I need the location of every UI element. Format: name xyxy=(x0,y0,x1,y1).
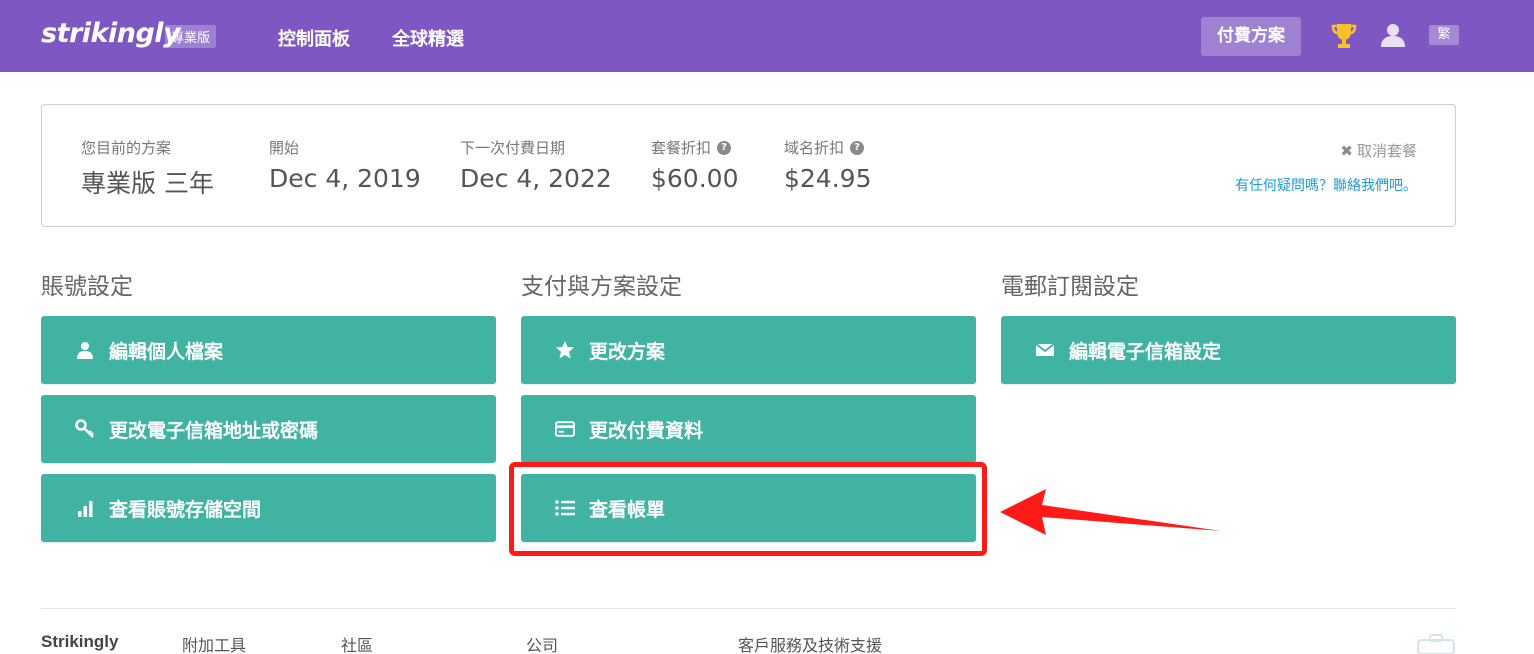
change-plan-button[interactable]: 更改方案 xyxy=(521,316,976,384)
next-payment-value: Dec 4, 2022 xyxy=(460,164,612,193)
footer-support-heading: 客戶服務及技術支援 xyxy=(738,636,883,654)
view-storage-button[interactable]: 查看賬號存儲空間 xyxy=(41,474,496,542)
domain-discount-value: $24.95 xyxy=(784,164,872,193)
contact-us-link[interactable]: 有任何疑問嗎？聯絡我們吧。 xyxy=(1235,175,1417,195)
edit-profile-button[interactable]: 編輯個人檔案 xyxy=(41,316,496,384)
change-payment-info-label: 更改付費資料 xyxy=(589,419,704,442)
plan-discount-label: 套餐折扣 xyxy=(651,139,712,157)
footer-company-heading: 公司 xyxy=(526,636,559,654)
strikingly-logo[interactable]: strikingly xyxy=(41,18,181,49)
nav-featured-link[interactable]: 全球精選 xyxy=(392,25,464,51)
change-plan-label: 更改方案 xyxy=(589,340,666,363)
footer-community-heading: 社區 xyxy=(341,636,374,654)
start-date-value: Dec 4, 2019 xyxy=(269,164,421,193)
change-email-password-label: 更改電子信箱地址或密碼 xyxy=(109,419,319,442)
start-date-label: 開始 xyxy=(269,139,300,157)
domain-discount: 域名折扣 ? $24.95 xyxy=(784,137,871,193)
trophy-icon[interactable] xyxy=(1331,22,1357,50)
help-icon[interactable]: ? xyxy=(717,140,732,155)
edit-profile-label: 編輯個人檔案 xyxy=(109,340,224,363)
nav-dashboard-link[interactable]: 控制面板 xyxy=(278,25,350,51)
plan-summary-box: 您目前的方案 專業版 三年 開始 Dec 4, 2019 下一次付費日期 Dec… xyxy=(41,104,1456,227)
plan-discount-value: $60.00 xyxy=(651,164,739,193)
email-settings-title: 電郵訂閱設定 xyxy=(1001,274,1139,300)
plan-badge: 專業版 xyxy=(165,25,217,48)
view-storage-label: 查看賬號存儲空間 xyxy=(109,498,262,521)
edit-email-settings-label: 編輯電子信箱設定 xyxy=(1069,340,1222,363)
top-navigation-bar: strikingly 專業版 控制面板 全球精選 付費方案 繁 xyxy=(0,0,1534,72)
robot-mascot-icon xyxy=(1417,634,1455,654)
domain-discount-label-row: 域名折扣 ? xyxy=(784,137,871,158)
upgrade-button[interactable]: 付費方案 xyxy=(1201,17,1301,56)
plan-discount: 套餐折扣 ? $60.00 xyxy=(651,137,738,193)
key-icon xyxy=(75,419,95,439)
user-icon[interactable] xyxy=(1380,22,1406,48)
footer-brand: Strikingly xyxy=(41,632,119,651)
arrow-annotation xyxy=(1000,489,1221,535)
plan-discount-label-row: 套餐折扣 ? xyxy=(651,137,738,158)
credit-card-icon xyxy=(555,419,575,439)
next-payment-date: 下一次付費日期 Dec 4, 2022 xyxy=(460,137,612,193)
start-date: 開始 Dec 4, 2019 xyxy=(269,137,421,193)
star-icon xyxy=(555,340,575,360)
help-icon[interactable]: ? xyxy=(850,140,865,155)
edit-email-settings-button[interactable]: 編輯電子信箱設定 xyxy=(1001,316,1456,384)
current-plan-value: 專業版 三年 xyxy=(81,169,214,198)
cancel-plan-label: 取消套餐 xyxy=(1356,142,1417,160)
change-email-password-button[interactable]: 更改電子信箱地址或密碼 xyxy=(41,395,496,463)
language-switcher[interactable]: 繁 xyxy=(1429,25,1459,45)
payment-settings-title: 支付與方案設定 xyxy=(521,274,682,300)
person-icon xyxy=(75,340,95,360)
highlight-annotation-box xyxy=(509,462,987,556)
current-plan: 您目前的方案 專業版 三年 xyxy=(81,137,214,200)
footer-addons-heading: 附加工具 xyxy=(182,636,247,654)
close-icon: ✖ xyxy=(1340,142,1353,160)
next-payment-label: 下一次付費日期 xyxy=(460,139,566,157)
cancel-plan-link[interactable]: ✖ 取消套餐 xyxy=(1340,140,1417,161)
current-plan-label: 您目前的方案 xyxy=(81,139,172,157)
change-payment-info-button[interactable]: 更改付費資料 xyxy=(521,395,976,463)
footer-divider xyxy=(41,608,1456,609)
account-settings-title: 賬號設定 xyxy=(41,274,133,300)
domain-discount-label: 域名折扣 xyxy=(784,139,845,157)
envelope-icon xyxy=(1035,340,1055,360)
bar-chart-icon xyxy=(75,498,95,518)
